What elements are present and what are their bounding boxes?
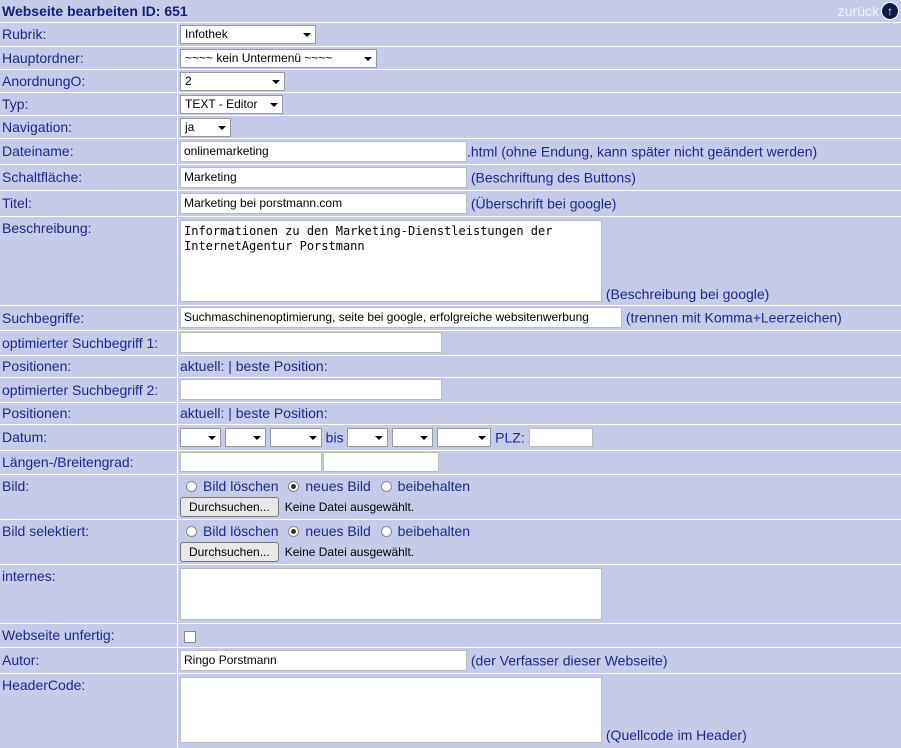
schaltflaeche-label: Schaltfläche: — [2, 168, 83, 185]
titel-input[interactable] — [180, 192, 467, 214]
bild-keep-radio[interactable] — [380, 481, 392, 493]
internes-textarea[interactable] — [180, 567, 602, 620]
bildsel-delete-radio[interactable] — [186, 526, 197, 538]
datum-month-select[interactable] — [224, 427, 266, 447]
anordnung-label: AnordnungO: — [2, 72, 86, 89]
datum-to-year-select[interactable] — [437, 427, 492, 447]
bild-new-label: neues Bild — [305, 477, 371, 494]
beschreibung-label: Beschreibung: — [2, 219, 92, 236]
rubrik-value: Infothek — [185, 27, 228, 41]
pos2-label: Positionen: — [2, 404, 72, 421]
rubrik-select[interactable]: Infothek — [180, 25, 316, 44]
beschreibung-textarea[interactable]: Informationen zu den Marketing-Dienstlei… — [180, 219, 602, 302]
bild-delete-radio[interactable] — [186, 481, 197, 493]
unfertig-checkbox[interactable] — [184, 630, 196, 643]
opt1-label: optimierter Suchbegriff 1: — [2, 334, 159, 351]
chevron-down-icon — [252, 435, 261, 440]
typ-select[interactable]: TEXT - Editor — [180, 94, 283, 114]
chevron-down-icon — [420, 435, 429, 440]
dateiname-hint: .html (ohne Endung, kann später nicht ge… — [467, 143, 818, 159]
back-link[interactable]: zurück — [838, 3, 879, 19]
navigation-label: Navigation: — [2, 118, 73, 135]
chevron-down-icon — [272, 79, 280, 84]
chevron-down-icon — [208, 435, 216, 440]
breitengrad-input[interactable] — [323, 451, 439, 472]
anordnung-select[interactable]: 2 — [180, 71, 285, 91]
datum-day-select[interactable] — [180, 427, 221, 447]
dateiname-input[interactable] — [180, 140, 467, 162]
chevron-down-icon — [308, 435, 317, 440]
typ-label: Typ: — [2, 95, 29, 112]
bild-new-radio[interactable] — [288, 481, 300, 493]
bild-label: Bild: — [2, 477, 30, 494]
autor-hint: (der Verfasser dieser Webseite) — [470, 652, 668, 668]
page-title: Webseite bearbeiten ID: 651 — [2, 3, 188, 19]
bildsel-delete-label: Bild löschen — [203, 522, 279, 539]
arrow-up-circle-icon[interactable]: ↑ — [881, 2, 899, 20]
datum-to-month-select[interactable] — [392, 427, 434, 447]
pos2-value: aktuell: | beste Position: — [180, 404, 328, 421]
bildsel-new-radio[interactable] — [288, 526, 300, 538]
pos1-value: aktuell: | beste Position: — [180, 357, 328, 374]
bild-delete-label: Bild löschen — [203, 477, 279, 494]
bildsel-keep-label: beibehalten — [397, 522, 471, 539]
chevron-down-icon — [364, 56, 372, 61]
suchbegriffe-hint: (trennen mit Komma+Leerzeichen) — [625, 309, 842, 325]
suchbegriffe-label: Suchbegriffe: — [2, 309, 85, 326]
schaltflaeche-hint: (Beschriftung des Buttons) — [470, 169, 636, 185]
bild-sel-label: Bild selektiert: — [2, 522, 90, 539]
bildsel-browse-button[interactable]: Durchsuchen... — [180, 541, 279, 562]
bild-browse-button[interactable]: Durchsuchen... — [180, 496, 279, 517]
chevron-down-icon — [270, 102, 278, 107]
unfertig-label: Webseite unfertig: — [2, 626, 115, 643]
typ-value: TEXT - Editor — [185, 96, 258, 111]
hauptordner-select[interactable]: ~~~~ kein Untermenü ~~~~ — [180, 48, 377, 68]
plz-label: PLZ: — [495, 429, 525, 445]
hauptordner-label: Hauptordner: — [2, 49, 84, 66]
rubrik-label: Rubrik: — [2, 26, 47, 42]
internes-label: internes: — [2, 567, 56, 584]
headercode-textarea[interactable] — [180, 676, 602, 743]
bildsel-keep-radio[interactable] — [380, 526, 392, 538]
suchbegriffe-input[interactable] — [180, 306, 622, 328]
plz-input[interactable] — [528, 427, 593, 447]
titel-hint: (Überschrift bei google) — [470, 195, 617, 211]
titel-label: Titel: — [2, 194, 32, 211]
edit-form: Rubrik: Infothek Hauptordner: ~~~~ kein … — [0, 23, 901, 748]
bild-no-file: Keine Datei ausgewählt. — [284, 499, 415, 514]
opt1-input[interactable] — [180, 331, 442, 353]
anordnung-value: 2 — [185, 73, 192, 88]
laengengrad-input[interactable] — [180, 451, 322, 472]
bild-keep-label: beibehalten — [397, 477, 471, 494]
autor-label: Autor: — [2, 651, 40, 668]
bildsel-no-file: Keine Datei ausgewählt. — [284, 544, 415, 559]
headercode-label: HeaderCode: — [2, 676, 86, 693]
chevron-down-icon — [303, 33, 311, 37]
chevron-down-icon — [478, 435, 487, 440]
datum-to-day-select[interactable] — [347, 427, 389, 447]
datum-bis: bis — [325, 429, 344, 445]
chevron-down-icon — [375, 435, 384, 440]
opt2-input[interactable] — [180, 378, 442, 400]
opt2-label: optimierter Suchbegriff 2: — [2, 381, 159, 398]
datum-label: Datum: — [2, 428, 48, 445]
page-header: Webseite bearbeiten ID: 651 zurück ↑ — [0, 0, 901, 23]
hauptordner-value: ~~~~ kein Untermenü ~~~~ — [185, 50, 333, 65]
datum-year-select[interactable] — [269, 427, 322, 447]
pos1-label: Positionen: — [2, 357, 72, 374]
autor-input[interactable] — [180, 649, 467, 671]
navigation-select[interactable]: ja — [180, 117, 231, 137]
bildsel-new-label: neues Bild — [305, 522, 371, 539]
dateiname-label: Dateiname: — [2, 142, 74, 159]
headercode-hint: (Quellcode im Header) — [605, 726, 747, 743]
laengen-label: Längen-/Breitengrad: — [2, 453, 134, 470]
beschreibung-hint: (Beschreibung bei google) — [605, 285, 770, 302]
navigation-value: ja — [185, 119, 195, 134]
schaltflaeche-input[interactable] — [180, 166, 467, 188]
chevron-down-icon — [218, 125, 226, 130]
